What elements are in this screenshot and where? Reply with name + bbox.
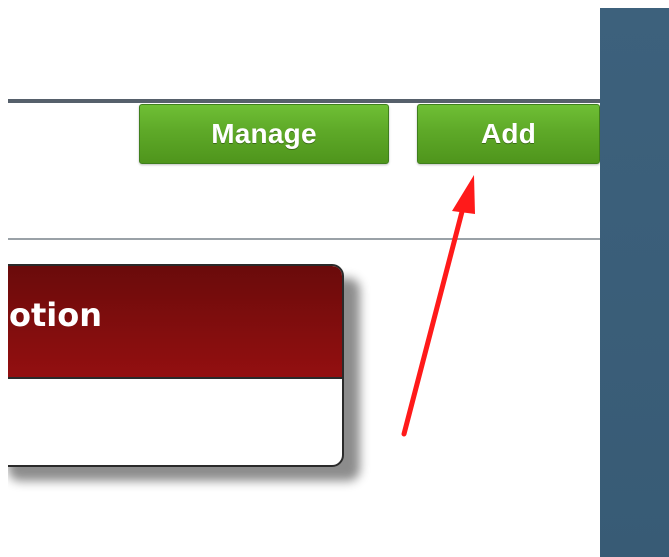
red-arrow-icon bbox=[401, 175, 475, 437]
